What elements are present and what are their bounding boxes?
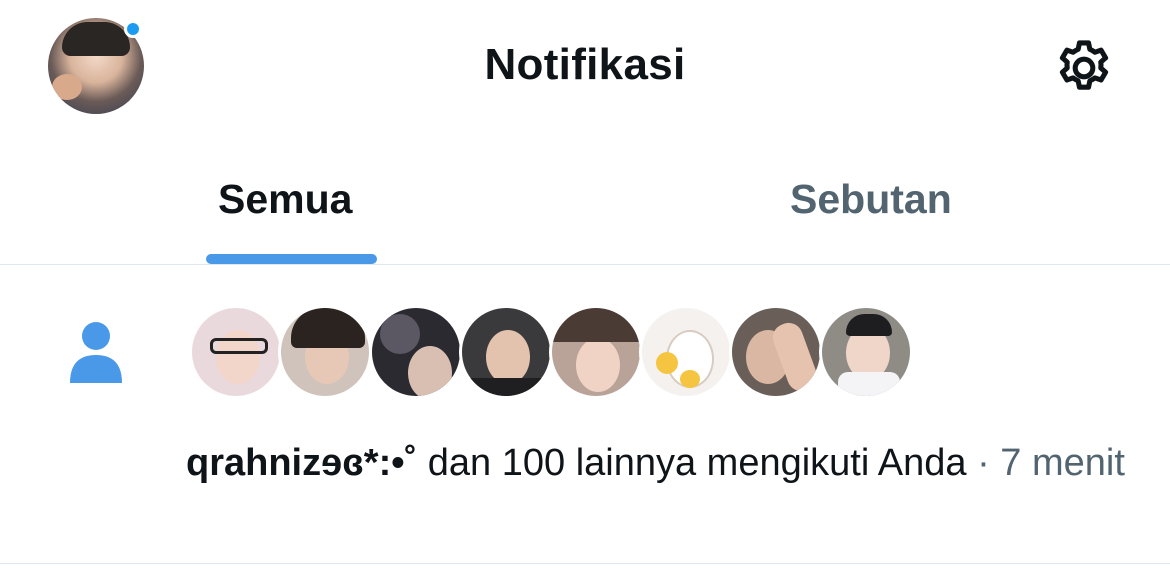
follower-avatar[interactable]: [278, 305, 372, 399]
active-tab-indicator: [206, 254, 377, 264]
follower-username[interactable]: qrahnizɘɞ*:•˚: [186, 442, 417, 484]
tab-all[interactable]: Semua: [218, 176, 352, 223]
page-title: Notifikasi: [484, 40, 686, 89]
person-icon: [70, 322, 122, 383]
follower-avatar[interactable]: [819, 305, 913, 399]
follower-avatar[interactable]: [459, 305, 553, 399]
follower-avatar[interactable]: [639, 305, 733, 399]
notification-dot: [124, 20, 142, 38]
follower-avatar[interactable]: [549, 305, 643, 399]
notification-text: qrahnizɘɞ*:•˚ dan 100 lainnya mengikuti …: [186, 437, 1146, 489]
follower-avatar[interactable]: [369, 305, 463, 399]
top-bar: Notifikasi: [0, 0, 1170, 140]
settings-button[interactable]: [1052, 36, 1116, 100]
follower-avatar[interactable]: [189, 305, 283, 399]
gear-icon: [1059, 40, 1109, 90]
follow-message: dan 100 lainnya mengikuti Anda: [417, 442, 967, 484]
follower-avatar[interactable]: [729, 305, 823, 399]
separator: ·: [966, 442, 1001, 484]
notification-item[interactable]: qrahnizɘɞ*:•˚ dan 100 lainnya mengikuti …: [0, 265, 1170, 564]
tab-mentions[interactable]: Sebutan: [790, 176, 952, 223]
timestamp: 7 menit: [1000, 442, 1125, 484]
tab-bar: Semua Sebutan: [0, 140, 1170, 265]
